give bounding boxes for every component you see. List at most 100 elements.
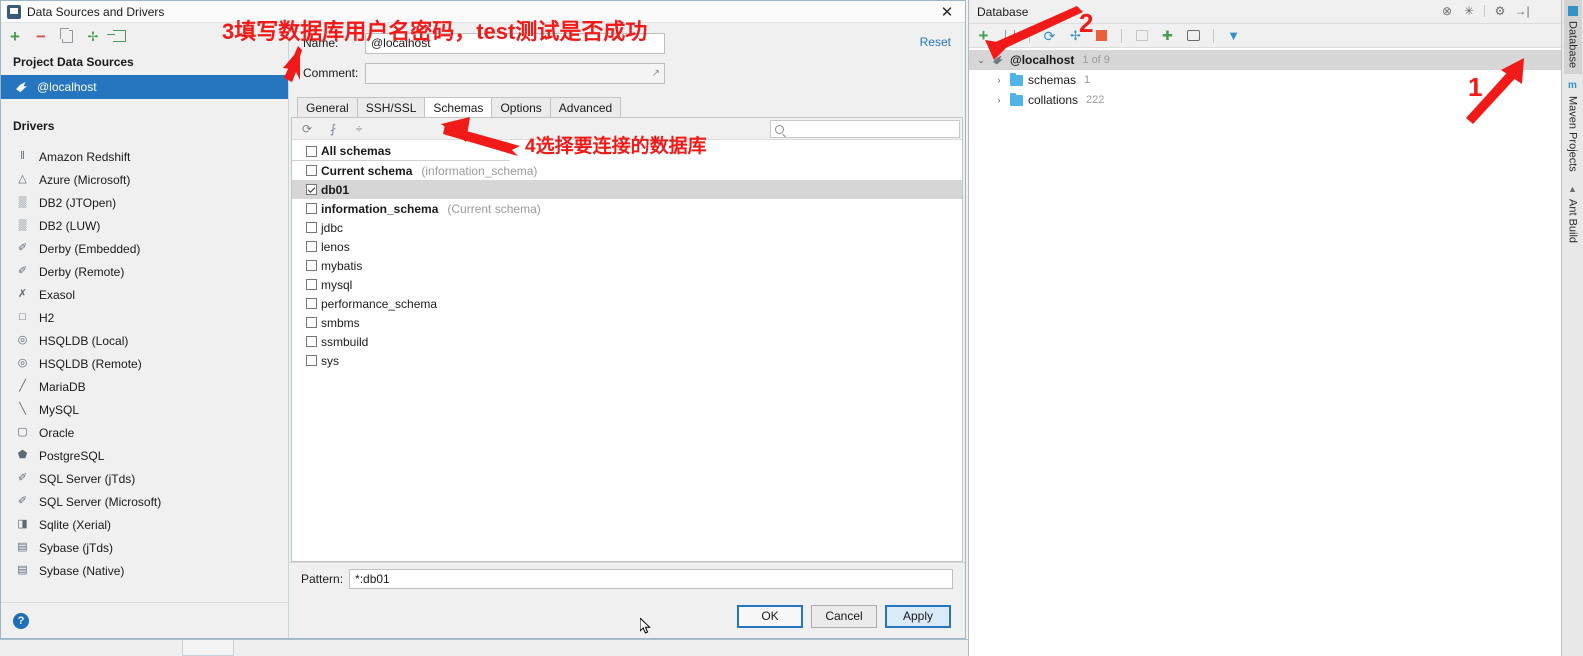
app-icon <box>7 4 21 19</box>
driver-item-azure[interactable]: △ Azure (Microsoft) <box>1 168 288 191</box>
checkbox[interactable] <box>306 317 317 328</box>
editor-tab[interactable] <box>182 640 234 656</box>
collapse-all-icon[interactable]: ÷ <box>352 122 366 136</box>
chevron-right-icon[interactable]: › <box>993 75 1005 85</box>
driver-item-sqlite-xerial[interactable]: ◨ Sqlite (Xerial) <box>1 513 288 536</box>
database-panel-title: Database <box>977 4 1029 19</box>
driver-label: SQL Server (jTds) <box>39 471 136 486</box>
driver-item-sqlserver-jtds[interactable]: ✐ SQL Server (jTds) <box>1 467 288 490</box>
tree-node-schemas[interactable]: › schemas 1 <box>969 70 1583 90</box>
wrench-icon: ✢ <box>1070 28 1081 43</box>
close-icon[interactable]: ✕ <box>935 2 959 22</box>
refresh-icon[interactable]: ⟳ <box>300 122 314 136</box>
schema-row-performance-schema[interactable]: performance_schema <box>292 294 962 313</box>
tab-general[interactable]: General <box>297 97 358 117</box>
settings-gear-icon[interactable]: ⚙ <box>1493 4 1507 18</box>
tool-tab-ant-build[interactable]: ▲ Ant Build <box>1564 178 1582 249</box>
filter-button[interactable]: ▼ <box>1225 27 1242 44</box>
driver-item-hsqldb-local[interactable]: ◎ HSQLDB (Local) <box>1 329 288 352</box>
driver-settings-button[interactable]: ✢ <box>85 28 101 44</box>
dialog-header-fields: Name: @localhost Comment: ↗ Reset <box>289 23 965 91</box>
schema-row-mybatis[interactable]: mybatis <box>292 256 962 275</box>
search-input[interactable] <box>770 120 960 138</box>
tool-tab-label: Maven Projects <box>1566 96 1579 172</box>
tab-advanced[interactable]: Advanced <box>549 97 622 117</box>
schema-row-lenos[interactable]: lenos <box>292 237 962 256</box>
schema-row-db01[interactable]: db01 <box>292 180 962 199</box>
tab-options[interactable]: Options <box>491 97 551 117</box>
schema-row-ssmbuild[interactable]: ssmbuild <box>292 332 962 351</box>
driver-label: Azure (Microsoft) <box>39 172 131 187</box>
ok-button[interactable]: OK <box>737 604 803 628</box>
checkbox[interactable] <box>306 279 317 290</box>
pin-icon[interactable]: ✳ <box>1462 4 1476 18</box>
driver-item-oracle[interactable]: ▢ Oracle <box>1 421 288 444</box>
name-input[interactable]: @localhost <box>365 32 665 54</box>
driver-item-mariadb[interactable]: ╱ MariaDB <box>1 375 288 398</box>
remove-data-source-button[interactable]: − <box>33 28 49 45</box>
tab-schemas[interactable]: Schemas <box>424 97 493 117</box>
chevron-down-icon[interactable]: ⌄ <box>975 55 987 66</box>
add-data-source-button[interactable]: + <box>7 28 23 45</box>
help-icon[interactable]: ? <box>13 612 29 629</box>
refresh-button[interactable]: ⟳ <box>1041 27 1058 44</box>
driver-item-db2-luw[interactable]: ▒ DB2 (LUW) <box>1 214 288 237</box>
synchronize-button[interactable]: ✚ <box>1159 27 1176 44</box>
open-console-button[interactable] <box>1185 27 1202 44</box>
data-source-item-localhost[interactable]: @localhost <box>1 75 288 99</box>
duplicate-data-source-button[interactable] <box>59 27 75 44</box>
checkbox[interactable] <box>306 336 317 347</box>
driver-item-db2-jtopen[interactable]: ▒ DB2 (JTOpen) <box>1 191 288 214</box>
stop-button[interactable] <box>1093 27 1110 44</box>
driver-item-exasol[interactable]: ✗ Exasol <box>1 283 288 306</box>
driver-item-sybase-native[interactable]: ▤ Sybase (Native) <box>1 559 288 582</box>
schema-checkbox-list[interactable]: All schemas Current schema (information_… <box>292 140 962 561</box>
schema-row-information-schema[interactable]: information_schema (Current schema) <box>292 199 962 218</box>
cancel-button[interactable]: Cancel <box>811 604 877 628</box>
add-button[interactable]: + <box>975 27 992 44</box>
tree-node-localhost[interactable]: ⌄ @localhost 1 of 9 <box>969 50 1583 70</box>
collapse-panel-icon[interactable]: →| <box>1514 4 1529 18</box>
checkbox[interactable] <box>306 184 317 195</box>
driver-item-derby-remote[interactable]: ✐ Derby (Remote) <box>1 260 288 283</box>
reset-link[interactable]: Reset <box>920 35 951 49</box>
expand-icon[interactable]: ↗ <box>652 68 660 79</box>
schema-row-smbms[interactable]: smbms <box>292 313 962 332</box>
driver-item-mysql[interactable]: ╲ MySQL <box>1 398 288 421</box>
chevron-right-icon[interactable]: › <box>993 95 1005 105</box>
comment-input[interactable]: ↗ <box>365 62 665 84</box>
driver-item-sqlserver-microsoft[interactable]: ✐ SQL Server (Microsoft) <box>1 490 288 513</box>
driver-item-h2[interactable]: □ H2 <box>1 306 288 329</box>
left-pane-list[interactable]: Project Data Sources @localhost Drivers … <box>1 49 288 602</box>
tool-tab-database[interactable]: Database <box>1563 0 1582 75</box>
driver-item-derby-embedded[interactable]: ✐ Derby (Embedded) <box>1 237 288 260</box>
expand-all-icon[interactable]: ⨏ <box>326 122 340 136</box>
checkbox[interactable] <box>306 165 317 176</box>
driver-item-postgresql[interactable]: ⬟ PostgreSQL <box>1 444 288 467</box>
driver-item-hsqldb-remote[interactable]: ◎ HSQLDB (Remote) <box>1 352 288 375</box>
delete-button[interactable] <box>1001 27 1018 44</box>
apply-button[interactable]: Apply <box>885 604 951 628</box>
pattern-input[interactable]: *:db01 <box>349 568 953 589</box>
checkbox[interactable] <box>306 145 317 157</box>
checkbox[interactable] <box>306 222 317 233</box>
schema-row-mysql[interactable]: mysql <box>292 275 962 294</box>
schema-row-jdbc[interactable]: jdbc <box>292 218 962 237</box>
schema-row-sys[interactable]: sys <box>292 351 962 370</box>
stop-icon[interactable]: ⊗ <box>1440 4 1454 18</box>
checkbox[interactable] <box>306 241 317 252</box>
tool-tab-maven-projects[interactable]: m Maven Projects <box>1564 74 1582 178</box>
checkbox[interactable] <box>306 203 317 214</box>
import-data-source-button[interactable] <box>106 28 127 44</box>
driver-item-sybase-jtds[interactable]: ▤ Sybase (jTds) <box>1 536 288 559</box>
checkbox[interactable] <box>306 355 317 366</box>
tree-node-collations[interactable]: › collations 222 <box>969 90 1583 110</box>
checkbox[interactable] <box>306 298 317 309</box>
data-source-properties-button[interactable]: ✢ <box>1067 27 1084 44</box>
schema-row-current-schema[interactable]: Current schema (information_schema) <box>292 161 962 180</box>
tab-ssh-ssl[interactable]: SSH/SSL <box>356 97 426 117</box>
schema-row-all-schemas[interactable]: All schemas <box>292 142 510 161</box>
driver-item-amazon-redshift[interactable]: ‖ Amazon Redshift <box>1 145 288 168</box>
database-tree[interactable]: ⌄ @localhost 1 of 9 › schemas 1 › collat… <box>969 48 1583 656</box>
checkbox[interactable] <box>306 260 317 271</box>
